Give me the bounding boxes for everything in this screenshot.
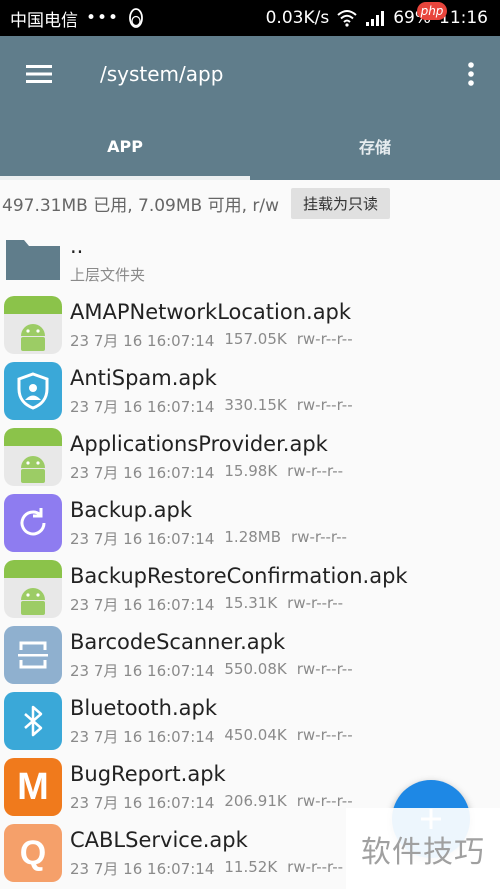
item-name: .. [70, 233, 84, 258]
item-size: 15.31K [224, 593, 278, 612]
item-permissions: rw-r--r-- [296, 329, 353, 348]
list-item[interactable]: Bluetooth.apk 23 7月 16 16:07:14 450.04K … [0, 688, 500, 754]
item-permissions: rw-r--r-- [296, 395, 353, 414]
item-permissions: rw-r--r-- [296, 791, 353, 810]
item-size: 1.28MB [224, 527, 282, 546]
m-letter: M [17, 765, 49, 808]
current-path: /system/app [100, 62, 224, 86]
item-size: 206.91K [224, 791, 287, 810]
item-name: AntiSpam.apk [70, 365, 217, 390]
android-icon [4, 428, 62, 486]
item-date: 23 7月 16 16:07:14 [70, 331, 215, 350]
android-icon [4, 296, 62, 354]
php-badge: php [417, 2, 447, 20]
qq-penguin-icon [129, 8, 143, 28]
item-name: AMAPNetworkLocation.apk [70, 299, 352, 324]
wifi-icon [337, 10, 357, 27]
hamburger-icon[interactable] [14, 49, 64, 99]
item-name: BugReport.apk [70, 761, 226, 786]
item-date: 23 7月 16 16:07:14 [70, 463, 215, 482]
item-size: 15.98K [224, 461, 278, 480]
item-date: 23 7月 16 16:07:14 [70, 727, 215, 746]
item-permissions: rw-r--r-- [287, 593, 344, 612]
shield-user-icon [4, 362, 62, 420]
item-size: 450.04K [224, 725, 287, 744]
item-name: Backup.apk [70, 497, 193, 522]
parent-folder-item[interactable]: .. 上层文件夹 [0, 226, 500, 292]
net-speed: 0.03K/s [265, 8, 330, 28]
app-toolbar: /system/app [0, 36, 500, 112]
scanner-icon [4, 626, 62, 684]
m-letter-icon: M [4, 758, 62, 816]
item-permissions: rw-r--r-- [291, 527, 347, 546]
list-item[interactable]: Backup.apk 23 7月 16 16:07:14 1.28MB rw-r… [0, 490, 500, 556]
carrier-label: 中国电信 [10, 10, 78, 31]
mount-readonly-button[interactable]: 挂载为只读 [291, 187, 391, 219]
list-item[interactable]: AntiSpam.apk 23 7月 16 16:07:14 330.15K r… [0, 358, 500, 424]
q-letter-icon: Q [4, 824, 62, 882]
item-permissions: rw-r--r-- [296, 725, 353, 744]
item-permissions: rw-r--r-- [287, 857, 344, 876]
item-name: BackupRestoreConfirmation.apk [70, 563, 408, 588]
watermark: 软件技巧 [346, 808, 500, 889]
storage-summary: 497.31MB 已用, 7.09MB 可用, r/w [2, 195, 280, 216]
item-size: 11.52K [224, 857, 278, 876]
item-size: 330.15K [224, 395, 287, 414]
more-vert-icon[interactable] [456, 49, 486, 99]
item-subtitle: 上层文件夹 [70, 265, 146, 284]
storage-info: 497.31MB 已用, 7.09MB 可用, r/w 挂载为只读 [0, 180, 500, 226]
q-letter: Q [19, 833, 47, 872]
item-permissions: rw-r--r-- [296, 659, 353, 678]
item-date: 23 7月 16 16:07:14 [70, 397, 215, 416]
item-date: 23 7月 16 16:07:14 [70, 859, 215, 878]
item-size: 550.08K [224, 659, 287, 678]
list-item[interactable]: BarcodeScanner.apk 23 7月 16 16:07:14 550… [0, 622, 500, 688]
tab-bar: APP 存储 [0, 112, 500, 180]
list-item[interactable]: BackupRestoreConfirmation.apk 23 7月 16 1… [0, 556, 500, 622]
item-name: BarcodeScanner.apk [70, 629, 286, 654]
status-bar: 中国电信 ••• 0.03K/s 69% 11:16 php [0, 0, 500, 36]
item-date: 23 7月 16 16:07:14 [70, 529, 215, 548]
item-date: 23 7月 16 16:07:14 [70, 661, 215, 680]
item-name: ApplicationsProvider.apk [70, 431, 328, 456]
android-icon [4, 560, 62, 618]
item-permissions: rw-r--r-- [287, 461, 344, 480]
bluetooth-icon [4, 692, 62, 750]
list-item[interactable]: AMAPNetworkLocation.apk 23 7月 16 16:07:1… [0, 292, 500, 358]
signal-icon [366, 11, 385, 26]
tab-app[interactable]: APP [0, 112, 250, 180]
item-date: 23 7月 16 16:07:14 [70, 793, 215, 812]
item-name: Bluetooth.apk [70, 695, 217, 720]
item-size: 157.05K [224, 329, 287, 348]
tab-storage[interactable]: 存储 [250, 112, 500, 180]
list-item[interactable]: ApplicationsProvider.apk 23 7月 16 16:07:… [0, 424, 500, 490]
item-date: 23 7月 16 16:07:14 [70, 595, 215, 614]
more-notifications-dots: ••• [86, 8, 120, 28]
backup-icon [4, 494, 62, 552]
folder-icon [4, 230, 62, 288]
item-name: CABLService.apk [70, 827, 248, 852]
